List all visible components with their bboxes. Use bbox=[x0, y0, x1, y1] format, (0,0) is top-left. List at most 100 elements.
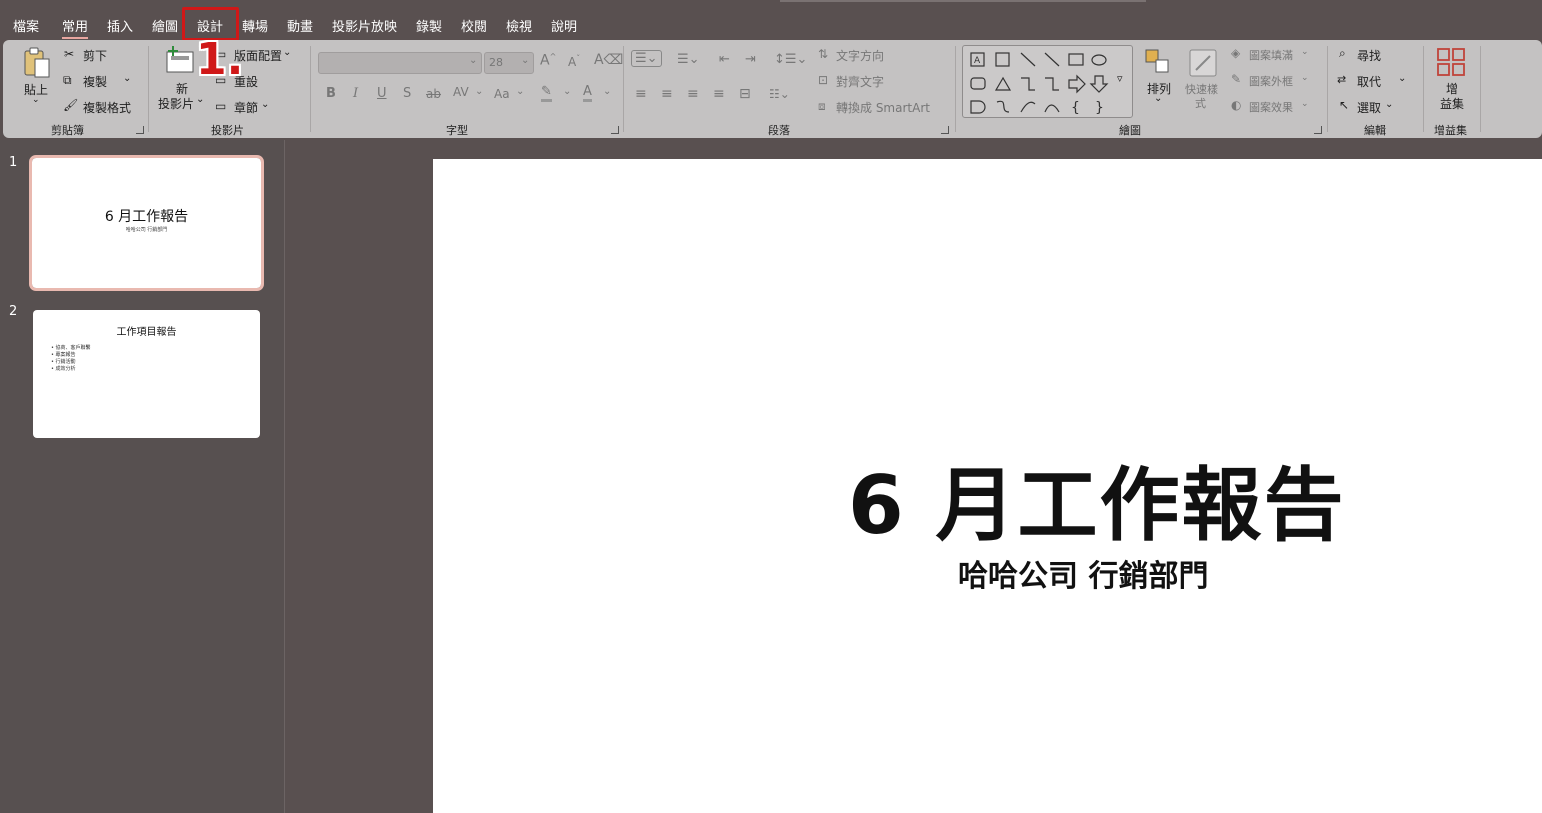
copy-dropdown-icon[interactable]: ⌄ bbox=[123, 73, 131, 84]
section-dropdown-icon[interactable]: ⌄ bbox=[261, 99, 269, 110]
quick-styles-button-label[interactable]: 式 bbox=[1195, 95, 1206, 111]
highlight-color-icon[interactable]: ✎ bbox=[541, 84, 552, 102]
shapes-gallery[interactable]: A { } ▿ bbox=[962, 45, 1133, 118]
tab-file[interactable]: 檔案 bbox=[13, 16, 39, 35]
align-text-button[interactable]: 對齊文字 bbox=[836, 73, 884, 90]
text-direction-icon: ⇅ bbox=[818, 47, 829, 61]
shape-effects-button[interactable]: 圖案效果 bbox=[1249, 99, 1293, 115]
justify-icon[interactable]: ≡ bbox=[713, 86, 725, 102]
italic-button[interactable]: I bbox=[353, 86, 358, 101]
shadow-button[interactable]: S bbox=[403, 86, 411, 101]
char-spacing-button[interactable]: AV bbox=[453, 85, 469, 99]
slide-thumbnail-1[interactable]: 6 月工作報告 哈哈公司 行銷部門 bbox=[29, 155, 264, 291]
clipboard-group-label: 剪貼簿 bbox=[51, 124, 84, 137]
change-case-button[interactable]: Aa bbox=[494, 87, 510, 101]
paragraph-launcher-icon[interactable] bbox=[941, 126, 949, 134]
align-text-icon: ⊡ bbox=[818, 73, 829, 87]
thumbnail-bullets: • 協商、客戶聯繫 • 專案報告 • 行銷活動 • 成效分析 bbox=[51, 345, 91, 373]
addins-button-label[interactable]: 益集 bbox=[1440, 95, 1464, 112]
new-slide-icon bbox=[166, 46, 194, 73]
increase-font-icon[interactable]: A^ bbox=[540, 52, 556, 69]
slide-subtitle[interactable]: 哈哈公司 行銷部門 bbox=[958, 551, 1208, 595]
replace-dropdown-icon[interactable]: ⌄ bbox=[1398, 73, 1406, 84]
font-group-label: 字型 bbox=[446, 124, 468, 137]
tab-record[interactable]: 錄製 bbox=[416, 16, 442, 35]
svg-text:A: A bbox=[974, 56, 981, 66]
svg-text:}: } bbox=[1095, 100, 1104, 116]
drawing-launcher-icon[interactable] bbox=[1314, 126, 1322, 134]
change-case-dropdown-icon[interactable]: ⌄ bbox=[516, 86, 524, 97]
copy-button[interactable]: 複製 bbox=[83, 73, 107, 90]
shape-effects-icon: ◐ bbox=[1231, 98, 1242, 112]
format-painter-icon: 🖌 bbox=[63, 98, 79, 112]
increase-indent-icon[interactable]: ⇥ bbox=[745, 52, 756, 67]
arrange-dropdown-icon[interactable]: ⌄ bbox=[1154, 93, 1162, 104]
font-color-icon[interactable]: A bbox=[583, 84, 592, 102]
slide-thumbnail-panel: 1 6 月工作報告 哈哈公司 行銷部門 2 工作項目報告 • 協商、客戶聯繫 •… bbox=[0, 140, 285, 813]
new-slide-dropdown-icon[interactable]: ⌄ bbox=[196, 94, 204, 105]
divider bbox=[310, 46, 311, 132]
strikethrough-button[interactable]: ab bbox=[426, 87, 441, 101]
highlight-dropdown-icon[interactable]: ⌄ bbox=[563, 86, 571, 97]
tab-help[interactable]: 說明 bbox=[551, 16, 577, 35]
line-spacing-icon[interactable]: ↕☰⌄ bbox=[774, 52, 807, 67]
tab-insert[interactable]: 插入 bbox=[107, 16, 133, 35]
bullets-icon[interactable]: ☰⌄ bbox=[631, 50, 662, 67]
align-left-icon[interactable]: ≡ bbox=[635, 86, 647, 102]
shape-fill-button[interactable]: 圖案填滿 bbox=[1249, 47, 1293, 63]
distributed-icon[interactable]: ⊟ bbox=[739, 86, 751, 102]
select-dropdown-icon[interactable]: ⌄ bbox=[1385, 99, 1393, 110]
underline-button[interactable]: U bbox=[377, 86, 387, 101]
clear-format-icon[interactable]: A⌫ bbox=[594, 52, 623, 68]
font-size-select[interactable]: 28 ⌄ bbox=[484, 52, 534, 74]
shapes-more-icon[interactable]: ▿ bbox=[1117, 72, 1123, 85]
shape-outline-dropdown-icon[interactable]: ⌄ bbox=[1301, 73, 1309, 83]
char-spacing-dropdown-icon[interactable]: ⌄ bbox=[475, 86, 483, 97]
slide-canvas[interactable]: 6 月工作報告 哈哈公司 行銷部門 bbox=[433, 159, 1542, 813]
align-right-icon[interactable]: ≡ bbox=[687, 86, 699, 102]
slide-thumbnail-2[interactable]: 工作項目報告 • 協商、客戶聯繫 • 專案報告 • 行銷活動 • 成效分析 bbox=[33, 310, 260, 438]
thumbnail-bullet: • 行銷活動 bbox=[51, 359, 76, 365]
tab-view[interactable]: 檢視 bbox=[506, 16, 532, 35]
copy-icon: ⧉ bbox=[63, 73, 72, 87]
cut-button[interactable]: 剪下 bbox=[83, 47, 107, 64]
decrease-font-icon[interactable]: Aˇ bbox=[568, 54, 580, 69]
tab-animations[interactable]: 動畫 bbox=[287, 16, 313, 35]
slide-number: 2 bbox=[9, 304, 18, 319]
align-center-icon[interactable]: ≡ bbox=[661, 86, 673, 102]
font-name-select[interactable]: ⌄ bbox=[318, 52, 482, 74]
bold-button[interactable]: B bbox=[326, 86, 336, 101]
font-launcher-icon[interactable] bbox=[611, 126, 619, 134]
section-icon: ▭ bbox=[215, 99, 227, 113]
format-painter-button[interactable]: 複製格式 bbox=[83, 99, 131, 116]
shape-effects-dropdown-icon[interactable]: ⌄ bbox=[1301, 99, 1309, 109]
section-button[interactable]: 章節 bbox=[234, 99, 258, 116]
tab-review[interactable]: 校閱 bbox=[461, 16, 487, 35]
layout-dropdown-icon[interactable]: ⌄ bbox=[283, 47, 291, 58]
shape-outline-button[interactable]: 圖案外框 bbox=[1249, 73, 1293, 89]
smartart-icon: ⧈ bbox=[818, 99, 826, 113]
slide-title[interactable]: 6 月工作報告 bbox=[848, 441, 1346, 557]
replace-button[interactable]: 取代 bbox=[1357, 73, 1381, 90]
tab-transitions[interactable]: 轉場 bbox=[242, 16, 268, 35]
numbering-icon[interactable]: ☰⌄ bbox=[677, 52, 700, 67]
clipboard-launcher-icon[interactable] bbox=[136, 126, 144, 134]
columns-icon[interactable]: ☷⌄ bbox=[769, 87, 790, 101]
divider bbox=[1480, 46, 1481, 132]
convert-smartart-button[interactable]: 轉換成 SmartArt bbox=[836, 99, 930, 116]
text-direction-button[interactable]: 文字方向 bbox=[836, 47, 884, 64]
tab-draw[interactable]: 繪圖 bbox=[152, 16, 178, 35]
cut-icon: ✂ bbox=[64, 47, 75, 61]
shape-outline-icon: ✎ bbox=[1231, 72, 1242, 86]
thumbnail-title: 6 月工作報告 bbox=[104, 209, 189, 225]
new-slide-button-label[interactable]: 投影片 bbox=[158, 95, 194, 112]
decrease-indent-icon[interactable]: ⇤ bbox=[719, 52, 730, 67]
tab-home[interactable]: 常用 bbox=[62, 16, 89, 39]
select-button[interactable]: 選取 bbox=[1357, 99, 1381, 116]
find-button[interactable]: 尋找 bbox=[1357, 47, 1381, 64]
font-color-dropdown-icon[interactable]: ⌄ bbox=[603, 86, 611, 97]
shape-fill-dropdown-icon[interactable]: ⌄ bbox=[1301, 47, 1309, 57]
slide-number: 1 bbox=[9, 155, 18, 170]
paste-dropdown-icon[interactable]: ⌄ bbox=[32, 95, 40, 105]
tab-slideshow[interactable]: 投影片放映 bbox=[332, 16, 397, 35]
